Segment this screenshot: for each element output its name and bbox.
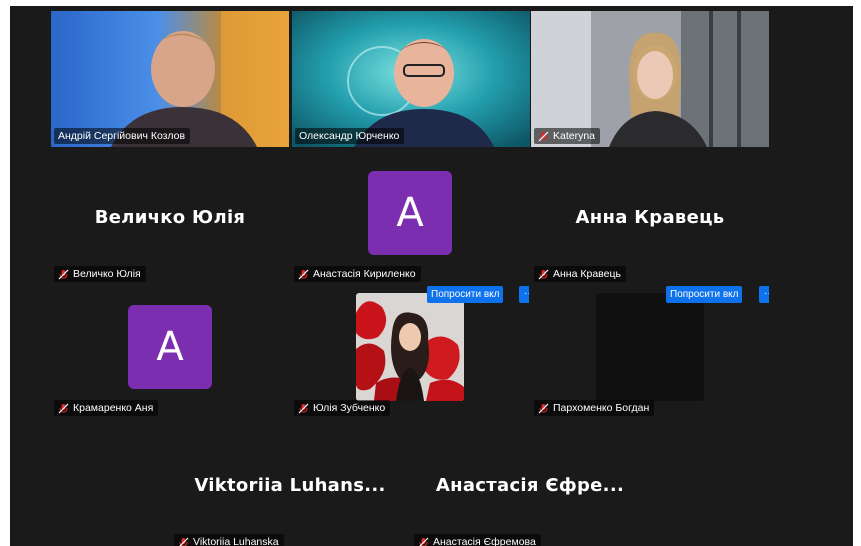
mic-muted-icon (298, 403, 309, 413)
participant-display-name: Анна Кравець (575, 206, 725, 228)
participant-name-label: Анастасія Єфремова (414, 534, 541, 546)
participant-name-label: Kateryna (534, 128, 601, 144)
participant-video-kateryna (531, 11, 769, 147)
more-options-button[interactable]: ··· (519, 286, 529, 303)
ask-to-unmute-button[interactable]: Попросити вкл (427, 286, 504, 303)
participant-avatar: A (368, 171, 452, 255)
participant-name-label: Анастасія Кириленко (294, 266, 421, 282)
mic-muted-icon (178, 537, 189, 546)
participant-name-label: Крамаренко Аня (54, 400, 159, 416)
participant-tile-parkhomenko[interactable]: Пархоменко Богдан Попросити вкл ··· (531, 283, 769, 419)
participant-video-off (596, 293, 704, 401)
participant-name-label: Viktoriia Luhanska (174, 534, 284, 546)
profile-photo-image (356, 293, 464, 401)
participant-name-label: Андрій Сергійович Козлов (54, 128, 191, 144)
participant-tile-kateryna[interactable]: Kateryna (531, 11, 769, 147)
participant-tile-kravets[interactable]: Анна Кравець Анна Кравець (531, 149, 769, 285)
participant-name-label: Величко Юлія (54, 266, 146, 282)
participant-video-yurchenko (292, 11, 530, 147)
participant-tile-luhanska[interactable]: Viktoriia Luhans... Viktoriia Luhanska (171, 417, 409, 546)
mic-muted-icon (58, 403, 69, 413)
participant-display-name: Величко Юлія (94, 206, 246, 228)
participant-display-name: Анастасія Єфре... (435, 474, 625, 496)
mic-muted-icon (58, 269, 69, 279)
participant-avatar: A (128, 305, 212, 389)
mic-muted-icon (298, 269, 309, 279)
participant-photo (356, 293, 464, 401)
participant-video-kozlov (51, 11, 289, 147)
mic-muted-icon (538, 131, 549, 141)
ask-to-unmute-button[interactable]: Попросити вкл (666, 286, 743, 303)
participant-name-label: Олександр Юрченко (295, 128, 405, 144)
participant-tile-velychko[interactable]: Величко Юлія Величко Юлія (51, 149, 289, 285)
participant-tile-kramarenko[interactable]: A Крамаренко Аня (51, 283, 289, 419)
participant-name-label: Анна Кравець (534, 266, 626, 282)
more-options-button[interactable]: ··· (759, 286, 769, 303)
mic-muted-icon (538, 269, 549, 279)
participant-name-label: Пархоменко Богдан (534, 400, 655, 416)
participant-tile-zubchenko[interactable]: Юлія Зубченко Попросити вкл ··· (291, 283, 529, 419)
participant-tile-kyrylenko[interactable]: A Анастасія Кириленко (291, 149, 529, 285)
participant-tile-yurchenko[interactable]: Олександр Юрченко (292, 11, 530, 147)
participant-display-name: Viktoriia Luhans... (194, 474, 386, 496)
video-gallery: Андрій Сергійович Козлов Олександр Юрчен… (10, 6, 853, 546)
participant-tile-kozlov[interactable]: Андрій Сергійович Козлов (51, 11, 289, 147)
participant-tile-yefremova[interactable]: Анастасія Єфре... Анастасія Єфремова (411, 417, 649, 546)
participant-name-label: Юлія Зубченко (294, 400, 391, 416)
mic-muted-icon (538, 403, 549, 413)
mic-muted-icon (418, 537, 429, 546)
